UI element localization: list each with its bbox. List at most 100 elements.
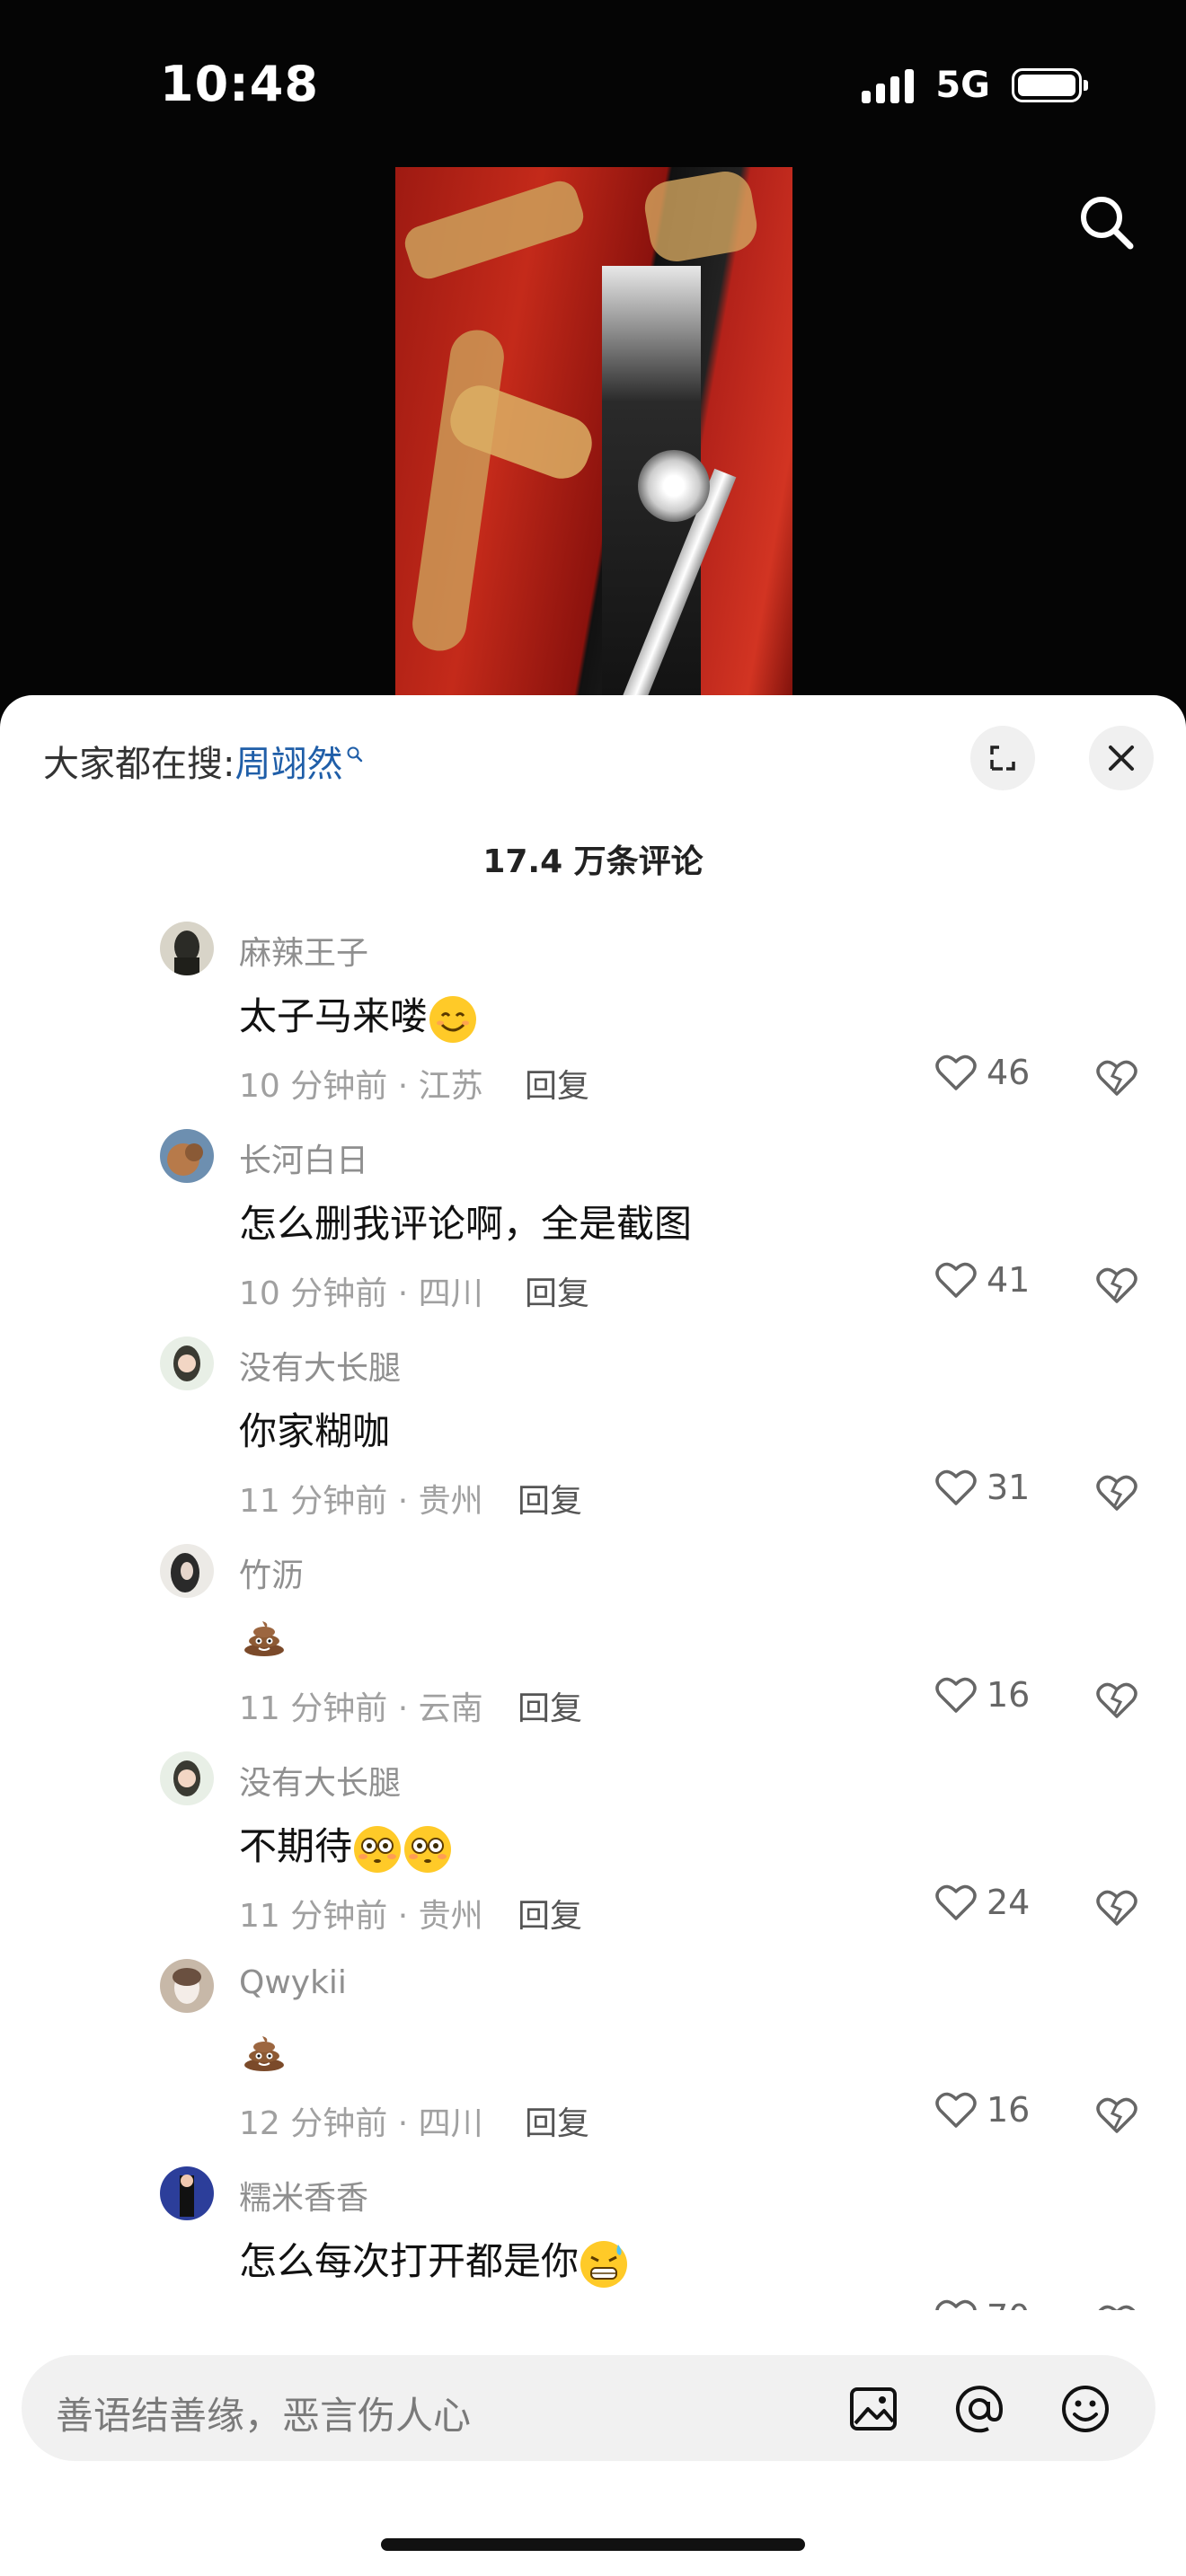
search-icon[interactable] xyxy=(1075,190,1137,253)
comment-body: 太子马来喽 xyxy=(239,994,429,1038)
like-count: 46 xyxy=(987,1053,1031,1092)
avatar[interactable] xyxy=(160,2166,214,2220)
comment-username[interactable]: 竹沥 xyxy=(239,1549,304,1596)
comment-text: 怎么删我评论啊，全是截图 xyxy=(239,1194,692,1248)
like-button[interactable]: 16 xyxy=(934,2090,1030,2130)
comment-emoji xyxy=(579,2239,629,2288)
comment-item: 长河白日怎么删我评论啊，全是截图 10 分钟前 · 四川 回复 41 xyxy=(0,1129,1186,1337)
comment-text xyxy=(239,1609,289,1659)
comment-username[interactable]: 没有大长腿 xyxy=(239,1342,401,1389)
comment-text: 不期待 xyxy=(239,1816,453,1875)
comment-time-location: 16 分钟前 · 浙江 xyxy=(239,2305,483,2310)
dislike-heart-icon[interactable] xyxy=(1094,1471,1139,1513)
video-poster[interactable] xyxy=(395,167,792,719)
comment-text: 你家糊咖 xyxy=(239,1401,390,1456)
comment-sheet: 大家都在搜: 周翊然 17.4 万条评论 麻辣王子太子马来喽 10 分钟前 · 江… xyxy=(0,695,1186,2576)
avatar[interactable] xyxy=(160,1544,214,1598)
trending-prefix: 大家都在搜: xyxy=(43,744,235,785)
avatar[interactable] xyxy=(160,922,214,975)
at-icon[interactable] xyxy=(952,2382,1006,2436)
image-icon[interactable] xyxy=(846,2382,900,2436)
expand-button[interactable] xyxy=(970,726,1035,790)
comment-item: 麻辣王子太子马来喽 10 分钟前 · 江苏 回复 46 xyxy=(0,922,1186,1129)
like-count: 16 xyxy=(987,1675,1031,1715)
avatar[interactable] xyxy=(160,1129,214,1183)
dislike-heart-icon[interactable] xyxy=(1094,1264,1139,1305)
heart-icon xyxy=(935,2092,977,2128)
comment-body: 怎么删我评论啊，全是截图 xyxy=(239,1202,693,1246)
dislike-heart-icon[interactable] xyxy=(1094,2094,1139,2135)
like-button[interactable]: 24 xyxy=(934,1883,1030,1922)
reply-button[interactable]: 回复 xyxy=(518,1475,582,1522)
avatar[interactable] xyxy=(160,1959,214,2013)
dislike-heart-icon[interactable] xyxy=(1094,2301,1139,2310)
comment-list: 麻辣王子 太子马来喽 10 分钟前 · 江苏 回复 46 长河白日 怎么删我评论啊，全是截图… xyxy=(0,922,1186,2310)
comment-count: 17.4 万条评论 xyxy=(482,843,704,880)
heart-icon xyxy=(935,1677,977,1713)
battery-icon xyxy=(1012,68,1088,102)
comment-body: 不期待 xyxy=(239,1824,353,1868)
like-button[interactable]: 16 xyxy=(934,1675,1030,1715)
comment-emoji xyxy=(239,1610,289,1656)
reply-button[interactable]: 回复 xyxy=(518,1890,582,1936)
comment-emoji xyxy=(428,994,478,1043)
small-search-icon xyxy=(347,746,363,763)
close-button[interactable] xyxy=(1089,726,1154,790)
signal-icon xyxy=(862,67,915,103)
dislike-heart-icon[interactable] xyxy=(1094,1679,1139,1720)
comment-time-location: 10 分钟前 · 四川 xyxy=(239,1275,483,1312)
like-count: 24 xyxy=(987,1883,1031,1922)
heart-icon xyxy=(935,1469,977,1505)
like-count: 41 xyxy=(987,1260,1031,1300)
close-icon xyxy=(1109,745,1134,771)
comment-input-placeholder: 善语结善缘，恶言伤人心 xyxy=(56,2394,472,2438)
comment-username[interactable]: Qwykii xyxy=(239,1964,347,2001)
comment-time-location: 12 分钟前 · 四川 xyxy=(239,2105,483,2142)
comment-username[interactable]: 没有大长腿 xyxy=(239,1757,401,1804)
reply-button[interactable]: 回复 xyxy=(525,2305,589,2310)
reply-button[interactable]: 回复 xyxy=(518,1682,582,1729)
comment-text: 怎么每次打开都是你 xyxy=(239,2231,629,2289)
emoji-icon[interactable] xyxy=(1058,2382,1112,2436)
reply-button[interactable]: 回复 xyxy=(525,1267,589,1314)
like-button[interactable]: 70 xyxy=(934,2298,1030,2310)
comment-text xyxy=(239,2024,289,2074)
like-button[interactable]: 41 xyxy=(934,1260,1030,1300)
comment-username[interactable]: 麻辣王子 xyxy=(239,927,368,974)
comment-username[interactable]: 长河白日 xyxy=(239,1134,368,1181)
comment-item: 糯米香香怎么每次打开都是你 16 分钟前 · 浙江 回复 70 xyxy=(0,2166,1186,2310)
reply-button[interactable]: 回复 xyxy=(525,1060,589,1107)
like-button[interactable]: 46 xyxy=(934,1053,1030,1092)
comment-time-location: 11 分钟前 · 贵州 xyxy=(239,1898,483,1935)
trending-keyword[interactable]: 周翊然 xyxy=(235,735,342,787)
comment-body: 怎么每次打开都是你 xyxy=(239,2239,580,2283)
reply-button[interactable]: 回复 xyxy=(525,2097,589,2144)
heart-icon xyxy=(935,1262,977,1298)
comment-time-location: 11 分钟前 · 云南 xyxy=(239,1690,483,1727)
comment-item: 竹沥 11 分钟前 · 云南 回复 16 xyxy=(0,1544,1186,1751)
comment-username[interactable]: 糯米香香 xyxy=(239,2172,368,2219)
comment-item: Qwykii 12 分钟前 · 四川 回复 16 xyxy=(0,1959,1186,2166)
like-button[interactable]: 31 xyxy=(934,1468,1030,1507)
video-background: 10:48 5G xyxy=(0,0,1186,719)
status-time: 10:48 xyxy=(160,56,319,112)
heart-icon xyxy=(935,2299,977,2310)
home-indicator xyxy=(381,2538,805,2551)
avatar[interactable] xyxy=(160,1751,214,1805)
comment-time-location: 10 分钟前 · 江苏 xyxy=(239,1068,483,1105)
comment-input[interactable]: 善语结善缘，恶言伤人心 xyxy=(22,2355,1155,2461)
comment-text: 太子马来喽 xyxy=(239,986,478,1045)
trending-search[interactable]: 大家都在搜: 周翊然 xyxy=(43,735,364,787)
comment-emoji xyxy=(352,1824,453,1873)
dislike-heart-icon[interactable] xyxy=(1094,1056,1139,1098)
heart-icon xyxy=(935,1884,977,1920)
comment-emoji xyxy=(239,2025,289,2071)
dislike-heart-icon[interactable] xyxy=(1094,1886,1139,1928)
comment-body: 你家糊咖 xyxy=(239,1409,391,1453)
status-indicators: 5G xyxy=(862,65,1088,106)
avatar[interactable] xyxy=(160,1337,214,1390)
like-count: 31 xyxy=(987,1468,1031,1507)
network-type: 5G xyxy=(935,65,990,106)
expand-icon xyxy=(990,745,1015,771)
comment-item: 没有大长腿不期待 11 分钟前 · 贵州 回复 24 xyxy=(0,1751,1186,1959)
